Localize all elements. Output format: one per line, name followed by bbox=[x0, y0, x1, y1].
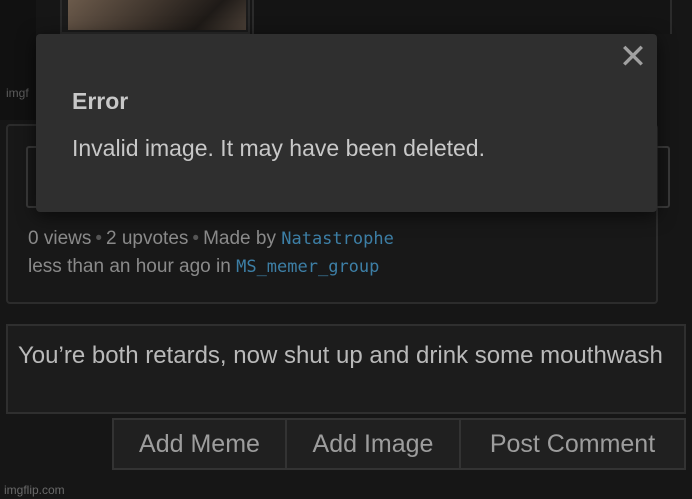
separator-dot: • bbox=[95, 228, 103, 249]
views-count: 0 views bbox=[28, 228, 92, 249]
background-strip bbox=[0, 0, 36, 120]
separator-dot: • bbox=[192, 228, 200, 249]
add-meme-button[interactable]: Add Meme bbox=[112, 418, 287, 470]
error-dialog: ✕ Error Invalid image. It may have been … bbox=[36, 34, 657, 212]
add-image-button[interactable]: Add Image bbox=[287, 418, 461, 470]
meme-image bbox=[68, 0, 246, 30]
meme-timestamp: less than an hour ago in MS_memer_group bbox=[28, 256, 379, 278]
author-link[interactable]: Natastrophe bbox=[281, 229, 394, 249]
watermark-bottom: imgflip.com bbox=[4, 483, 65, 497]
time-label: less than an hour ago in bbox=[28, 256, 231, 277]
close-icon[interactable]: ✕ bbox=[619, 40, 648, 74]
side-panel bbox=[252, 0, 672, 34]
watermark-top: imgf bbox=[6, 86, 29, 100]
dialog-title: Error bbox=[72, 88, 129, 114]
comment-textarea[interactable]: You’re both retards, now shut up and dri… bbox=[6, 324, 686, 414]
meme-stats: 0 views • 2 upvotes • Made by Natastrophe bbox=[28, 228, 394, 250]
comment-actions: Add Meme Add Image Post Comment bbox=[112, 418, 686, 470]
group-link[interactable]: MS_memer_group bbox=[236, 257, 379, 277]
meme-image-frame bbox=[60, 0, 250, 34]
made-by-label: Made by bbox=[203, 228, 276, 249]
post-comment-button[interactable]: Post Comment bbox=[461, 418, 686, 470]
upvotes-count: 2 upvotes bbox=[106, 228, 189, 249]
dialog-message: Invalid image. It may have been deleted. bbox=[72, 135, 485, 161]
